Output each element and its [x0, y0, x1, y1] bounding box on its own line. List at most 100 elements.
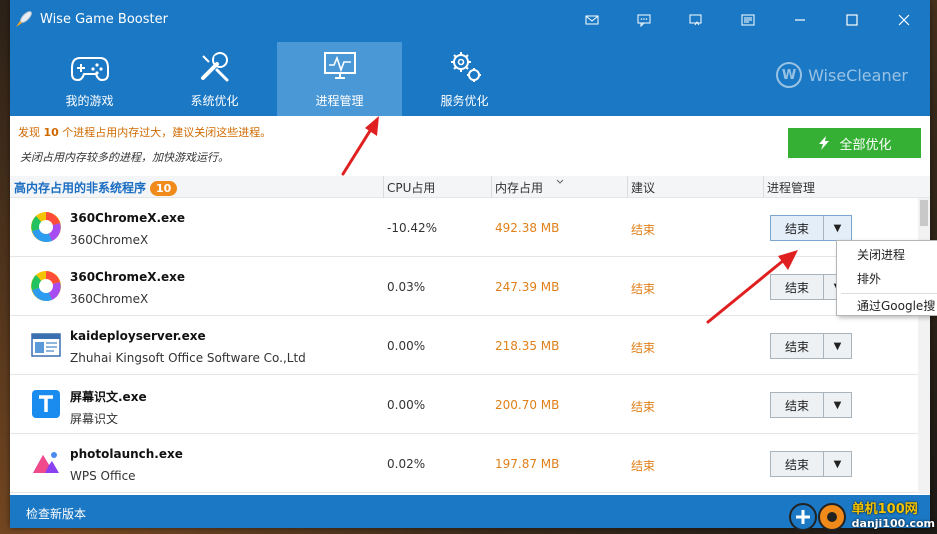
menu-icon[interactable]: [722, 0, 774, 40]
close-icon[interactable]: [878, 0, 930, 40]
advice: 结束: [631, 459, 656, 473]
tab-process-manager[interactable]: 进程管理: [277, 42, 402, 116]
window-controls: [566, 0, 930, 40]
tab-my-games[interactable]: 我的游戏: [27, 42, 152, 116]
menu-divider: [841, 293, 937, 294]
memory-usage: 200.70 MB: [495, 398, 560, 412]
cpu-usage: 0.02%: [387, 457, 426, 471]
photo-app-icon: [33, 452, 59, 473]
tab-process-manager-label: 进程管理: [315, 94, 364, 108]
advice: 结束: [631, 400, 656, 414]
chrome-360-icon: [31, 271, 61, 302]
tools-icon: [200, 52, 228, 82]
menu-item-google-search[interactable]: 通过Google搜: [857, 297, 935, 314]
process-description: 360ChromeX: [70, 233, 149, 247]
notice-subtext: 关闭占用内存较多的进程，加快游戏运行。: [20, 151, 229, 164]
column-name-label: 高内存占用的非系统程序: [14, 181, 147, 195]
column-manage-header[interactable]: 进程管理: [767, 179, 815, 196]
process-list: 360ChromeX.exe 360ChromeX -10.42% 492.38…: [10, 198, 918, 494]
table-row[interactable]: photolaunch.exe WPS Office 0.02% 197.87 …: [10, 434, 918, 493]
restore-icon[interactable]: [670, 0, 722, 40]
wisecleaner-brand[interactable]: W WiseCleaner: [776, 62, 908, 88]
end-process-button[interactable]: 结束: [771, 275, 823, 299]
table-row[interactable]: 360ChromeX.exe 360ChromeX 0.03% 247.39 M…: [10, 257, 918, 316]
dropdown-arrow-icon[interactable]: ▼: [823, 452, 851, 476]
memory-usage: 218.35 MB: [495, 339, 560, 353]
watermark: 单机100网 danji100.com: [788, 502, 935, 532]
tab-system-optimize-label: 系统优化: [190, 94, 239, 108]
column-mem-header[interactable]: 内存占用: [495, 179, 543, 196]
minimize-icon[interactable]: [774, 0, 826, 40]
count-badge: 10: [150, 181, 178, 196]
check-update-link[interactable]: 检查新版本: [26, 505, 86, 522]
monitor-icon: [323, 52, 356, 79]
tab-service-optimize-label: 服务优化: [440, 94, 489, 108]
memory-usage: 247.39 MB: [495, 280, 560, 294]
maximize-icon[interactable]: [826, 0, 878, 40]
column-cpu-header[interactable]: CPU占用: [387, 179, 435, 196]
app-window: Wise Game Booster 我的游戏 系统优化 进程管理 服务优化 W …: [10, 0, 930, 528]
chrome-360-icon: [31, 212, 61, 243]
notice-count: 10: [43, 126, 59, 139]
end-process-button[interactable]: 结束: [771, 393, 823, 417]
process-name: 360ChromeX.exe: [70, 211, 186, 225]
dropdown-arrow-icon[interactable]: ▼: [823, 393, 851, 417]
gamepad-icon: [70, 57, 109, 82]
lightning-icon: [819, 136, 830, 150]
process-description: Zhuhai Kingsoft Office Software Co.,Ltd: [70, 351, 306, 365]
optimize-all-label: 全部优化: [839, 136, 892, 152]
gears-icon: [450, 52, 481, 82]
notice-suffix: 个进程占用内存过大，建议关闭这些进程。: [58, 126, 272, 139]
dropdown-arrow-icon[interactable]: ▼: [823, 334, 851, 358]
rocket-logo-icon: [16, 11, 32, 27]
column-divider: [383, 176, 384, 198]
advice: 结束: [631, 282, 656, 296]
tab-service-optimize[interactable]: 服务优化: [402, 42, 527, 116]
watermark-logo-icon: [788, 503, 846, 531]
process-description: 屏幕识文: [70, 412, 119, 426]
menu-item-exclude[interactable]: 排外: [857, 270, 881, 287]
process-name: photolaunch.exe: [70, 447, 183, 461]
process-name: 360ChromeX.exe: [70, 270, 186, 284]
notice-prefix: 发现: [18, 126, 44, 139]
end-process-button[interactable]: 结束: [771, 334, 823, 358]
tab-my-games-label: 我的游戏: [65, 94, 114, 108]
column-name-header[interactable]: 高内存占用的非系统程序 10: [14, 179, 178, 196]
advice: 结束: [631, 341, 656, 355]
table-row[interactable]: 360ChromeX.exe 360ChromeX -10.42% 492.38…: [10, 198, 918, 257]
watermark-url: danji100.com: [851, 517, 935, 530]
scrollbar-thumb[interactable]: [920, 200, 928, 226]
advice: 结束: [631, 223, 656, 237]
optimize-all-button[interactable]: 全部优化: [788, 128, 921, 158]
feedback-icon[interactable]: [618, 0, 670, 40]
cpu-usage: 0.00%: [387, 339, 426, 353]
column-divider: [763, 176, 764, 198]
dropdown-arrow-icon[interactable]: ▼: [823, 216, 851, 240]
notice-line: 发现 10 个进程占用内存过大，建议关闭这些进程。: [18, 124, 271, 140]
app-title: Wise Game Booster: [40, 12, 168, 27]
end-process-button[interactable]: 结束: [771, 452, 823, 476]
table-row[interactable]: kaideployserver.exe Zhuhai Kingsoft Offi…: [10, 316, 918, 375]
text-t-icon: [32, 390, 60, 418]
memory-usage: 197.87 MB: [495, 457, 560, 471]
process-description: WPS Office: [70, 469, 136, 483]
window-app-icon: [31, 333, 61, 357]
column-advice-header[interactable]: 建议: [631, 179, 655, 196]
cpu-usage: 0.00%: [387, 398, 426, 412]
main-nav: 我的游戏 系统优化 进程管理 服务优化: [27, 42, 527, 116]
column-divider: [491, 176, 492, 198]
watermark-title: 单机100网: [851, 502, 918, 517]
sort-desc-icon: [556, 179, 564, 184]
end-process-split-button: 结束 ▼: [770, 392, 852, 418]
wisecleaner-logo-icon: W: [776, 62, 803, 88]
tab-system-optimize[interactable]: 系统优化: [152, 42, 277, 116]
mail-icon[interactable]: [566, 0, 618, 40]
process-name: 屏幕识文.exe: [70, 390, 147, 404]
end-process-button[interactable]: 结束: [771, 216, 823, 240]
process-name: kaideployserver.exe: [70, 329, 206, 343]
table-row[interactable]: 屏幕识文.exe 屏幕识文 0.00% 200.70 MB 结束 结束 ▼: [10, 375, 918, 434]
end-process-split-button: 结束 ▼: [770, 215, 852, 241]
column-divider: [627, 176, 628, 198]
table-header: 高内存占用的非系统程序 10 CPU占用 内存占用 建议 进程管理: [10, 176, 930, 198]
menu-item-close-process[interactable]: 关闭进程: [857, 246, 905, 263]
